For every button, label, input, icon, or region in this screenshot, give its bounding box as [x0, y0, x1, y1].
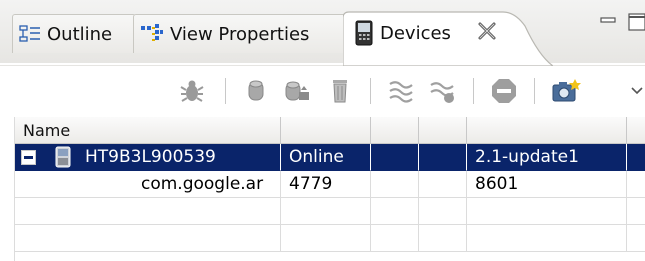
table-cell — [467, 198, 627, 225]
stop-process-button[interactable] — [486, 73, 522, 109]
bug-icon — [180, 80, 204, 102]
debug-process-button[interactable] — [174, 73, 210, 109]
tab-outline[interactable]: Outline — [12, 14, 136, 53]
column-header[interactable] — [281, 117, 371, 144]
view-properties-icon — [141, 24, 163, 41]
camera-icon — [552, 79, 581, 102]
devices-view: Outline View Properties Devices Name HT9… — [0, 0, 645, 261]
cause-gc-button[interactable] — [322, 73, 358, 109]
view-menu-chevron-icon — [631, 87, 643, 95]
table-cell — [419, 198, 467, 225]
table-cell — [627, 198, 645, 225]
tab-view-properties[interactable]: View Properties — [133, 14, 346, 53]
update-heap-button[interactable] — [238, 73, 274, 109]
table-cell — [371, 198, 419, 225]
devices-table: Name HT9B3L900539 Online 2.1-update1 com… — [14, 117, 645, 261]
column-header-name[interactable]: Name — [15, 117, 281, 144]
trash-can-icon — [333, 80, 347, 103]
column-header[interactable] — [419, 117, 467, 144]
device-build-cell: 2.1-update1 — [467, 144, 627, 171]
threads-icon — [389, 81, 413, 103]
update-threads-button[interactable] — [383, 73, 419, 109]
table-cell — [419, 225, 467, 252]
maximize-icon[interactable] — [627, 12, 645, 32]
table-cell — [371, 225, 419, 252]
tab-view-properties-label: View Properties — [170, 23, 310, 45]
toolbar-separator — [370, 78, 371, 104]
view-menu-button[interactable] — [619, 73, 645, 109]
table-cell — [15, 225, 281, 252]
process-pid-cell: 4779 — [281, 171, 371, 198]
tab-devices[interactable]: Devices — [350, 14, 544, 52]
heap-cylinder-icon — [248, 80, 264, 101]
table-cell — [627, 225, 645, 252]
device-name-cell: HT9B3L900539 — [15, 144, 281, 171]
hprof-dump-icon — [285, 81, 309, 101]
toolbar-separator — [534, 78, 535, 104]
table-row-empty — [15, 198, 645, 225]
toolbar-separator — [225, 78, 226, 104]
table-cell — [15, 198, 281, 225]
table-row-process[interactable]: com.google.ar 4779 8601 — [15, 171, 645, 198]
table-cell — [627, 144, 645, 171]
tab-devices-label: Devices — [380, 22, 451, 44]
table-cell — [419, 144, 467, 171]
dump-hprof-button[interactable] — [280, 73, 316, 109]
phone-device-icon — [55, 146, 71, 168]
tab-outline-label: Outline — [47, 23, 113, 45]
method-profiling-icon — [430, 82, 454, 103]
table-cell — [467, 225, 627, 252]
device-serial: HT9B3L900539 — [85, 147, 216, 167]
device-state-cell: Online — [281, 144, 371, 171]
toolbar-separator — [473, 78, 474, 104]
table-cell — [281, 198, 371, 225]
table-cell — [627, 171, 645, 198]
table-cell — [371, 144, 419, 171]
close-tab-icon[interactable] — [476, 20, 498, 42]
outline-icon — [19, 25, 40, 42]
column-header[interactable] — [371, 117, 419, 144]
collapse-minus-icon[interactable] — [21, 150, 36, 165]
start-method-profiling-button[interactable] — [425, 73, 461, 109]
table-cell — [371, 171, 419, 198]
table-row-empty — [15, 225, 645, 252]
table-row-device[interactable]: HT9B3L900539 Online 2.1-update1 — [15, 144, 645, 171]
stop-sign-icon — [492, 79, 516, 103]
table-cell — [281, 225, 371, 252]
process-port-cell: 8601 — [467, 171, 627, 198]
column-header[interactable] — [467, 117, 627, 144]
phone-device-icon — [355, 20, 373, 46]
screen-capture-button[interactable] — [548, 73, 584, 109]
table-cell — [419, 171, 467, 198]
column-header[interactable] — [627, 117, 645, 144]
process-name-cell: com.google.ar — [15, 171, 281, 198]
minimize-icon[interactable] — [598, 12, 618, 30]
